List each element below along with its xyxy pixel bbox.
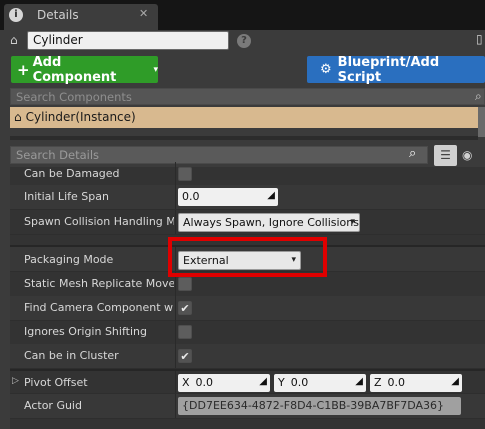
ignores-origin-shifting-checkbox[interactable] bbox=[178, 325, 192, 339]
lock-icon[interactable]: ▯ bbox=[476, 32, 483, 46]
property-label: Actor Guid bbox=[24, 399, 82, 412]
axis-label: Z bbox=[374, 376, 382, 389]
property-label: Spawn Collision Handling Met bbox=[24, 215, 174, 228]
column-divider[interactable] bbox=[175, 210, 176, 234]
property-row: ▷ Pivot Offset X 0.0 ◢ Y 0.0 ◢ Z 0.0 ◢ bbox=[10, 369, 485, 394]
axis-label: Y bbox=[278, 376, 285, 389]
property-row: Can be in Cluster ✔ bbox=[10, 344, 485, 369]
blueprint-add-script-button[interactable]: ⚙ Blueprint/Add Script bbox=[307, 54, 485, 85]
search-icon[interactable]: ⌕ bbox=[409, 146, 416, 161]
find-camera-checkbox[interactable]: ✔ bbox=[178, 301, 192, 315]
chevron-down-icon: ▾ bbox=[350, 217, 355, 227]
property-label: Ignores Origin Shifting bbox=[24, 325, 147, 338]
axis-label: X bbox=[182, 376, 190, 389]
column-divider[interactable] bbox=[175, 185, 176, 209]
column-divider[interactable] bbox=[175, 394, 176, 418]
close-icon[interactable]: ✕ bbox=[139, 7, 148, 20]
add-component-button[interactable]: + Add Component ▾ bbox=[11, 54, 158, 85]
numeric-value: 0.0 bbox=[195, 376, 214, 389]
drag-handle-icon[interactable]: ◢ bbox=[355, 376, 363, 387]
dropdown-value: Always Spawn, Ignore Collisions bbox=[183, 216, 359, 229]
property-label: Can be in Cluster bbox=[24, 349, 119, 362]
pivot-offset-y-field[interactable]: Y 0.0 ◢ bbox=[274, 374, 366, 392]
numeric-value: 0.0 bbox=[182, 190, 200, 203]
property-row: Can be Damaged bbox=[10, 162, 485, 187]
property-row: Spawn Collision Handling Met Always Spaw… bbox=[10, 210, 485, 235]
can-be-damaged-checkbox[interactable] bbox=[178, 167, 192, 181]
initial-life-span-field[interactable]: 0.0 ◢ bbox=[178, 188, 278, 206]
eye-icon[interactable]: ◉ bbox=[462, 148, 472, 162]
property-row: Actor Guid {DD7EE634-4872-F8D4-C1BB-39BA… bbox=[10, 394, 485, 419]
property-label: Find Camera Component wher bbox=[24, 301, 174, 314]
drag-handle-icon[interactable]: ◢ bbox=[267, 190, 275, 201]
highlight-box bbox=[168, 237, 327, 277]
splitter[interactable] bbox=[10, 136, 478, 140]
components-scrollbar[interactable] bbox=[478, 107, 485, 137]
spawn-collision-dropdown[interactable]: Always Spawn, Ignore Collisions ▾ bbox=[178, 213, 360, 232]
property-label: Pivot Offset bbox=[24, 376, 88, 389]
property-row: Initial Life Span 0.0 ◢ bbox=[10, 185, 485, 210]
tab-details-label: Details bbox=[37, 8, 79, 22]
expand-arrow-icon[interactable]: ▷ bbox=[12, 376, 19, 386]
actor-icon: ⌂ bbox=[14, 110, 22, 124]
tab-details[interactable] bbox=[4, 4, 158, 30]
plus-icon: + bbox=[17, 60, 30, 79]
help-icon[interactable]: ? bbox=[237, 34, 251, 48]
component-item-cylinder[interactable]: ⌂ Cylinder(Instance) bbox=[10, 107, 478, 128]
can-be-in-cluster-checkbox[interactable]: ✔ bbox=[178, 349, 192, 363]
search-icon[interactable]: ⌕ bbox=[475, 89, 482, 104]
chevron-down-icon: ▾ bbox=[153, 64, 158, 75]
property-row: Find Camera Component wher ✔ bbox=[10, 296, 485, 321]
add-component-label: Add Component bbox=[32, 54, 117, 85]
pivot-offset-z-field[interactable]: Z 0.0 ◢ bbox=[370, 374, 462, 392]
property-label: Initial Life Span bbox=[24, 190, 109, 203]
column-divider[interactable] bbox=[175, 320, 176, 344]
component-item-label: Cylinder(Instance) bbox=[25, 110, 136, 124]
search-components-input[interactable]: Search Components bbox=[10, 88, 485, 105]
drag-handle-icon[interactable]: ◢ bbox=[451, 376, 459, 387]
actor-name-field[interactable]: Cylinder bbox=[27, 31, 229, 50]
static-mesh-replicate-checkbox[interactable] bbox=[178, 277, 192, 291]
property-label: Packaging Mode bbox=[24, 253, 114, 266]
column-divider[interactable] bbox=[175, 296, 176, 320]
column-divider[interactable] bbox=[175, 162, 176, 186]
actor-icon: ⌂ bbox=[10, 33, 18, 47]
gear-icon: ⚙ bbox=[320, 62, 332, 77]
column-divider[interactable] bbox=[175, 371, 176, 393]
info-icon: i bbox=[9, 8, 23, 22]
actor-guid-field: {DD7EE634-4872-F8D4-C1BB-39BA7BF7DA36} bbox=[178, 397, 461, 415]
pivot-offset-x-field[interactable]: X 0.0 ◢ bbox=[178, 374, 270, 392]
property-label: Static Mesh Replicate Movem bbox=[24, 277, 174, 290]
column-divider[interactable] bbox=[175, 344, 176, 368]
numeric-value: 0.0 bbox=[290, 376, 309, 389]
blueprint-add-script-label: Blueprint/Add Script bbox=[337, 54, 440, 85]
property-label: Can be Damaged bbox=[24, 167, 120, 180]
property-row: Ignores Origin Shifting bbox=[10, 320, 485, 345]
numeric-value: 0.0 bbox=[387, 376, 406, 389]
drag-handle-icon[interactable]: ◢ bbox=[259, 376, 267, 387]
